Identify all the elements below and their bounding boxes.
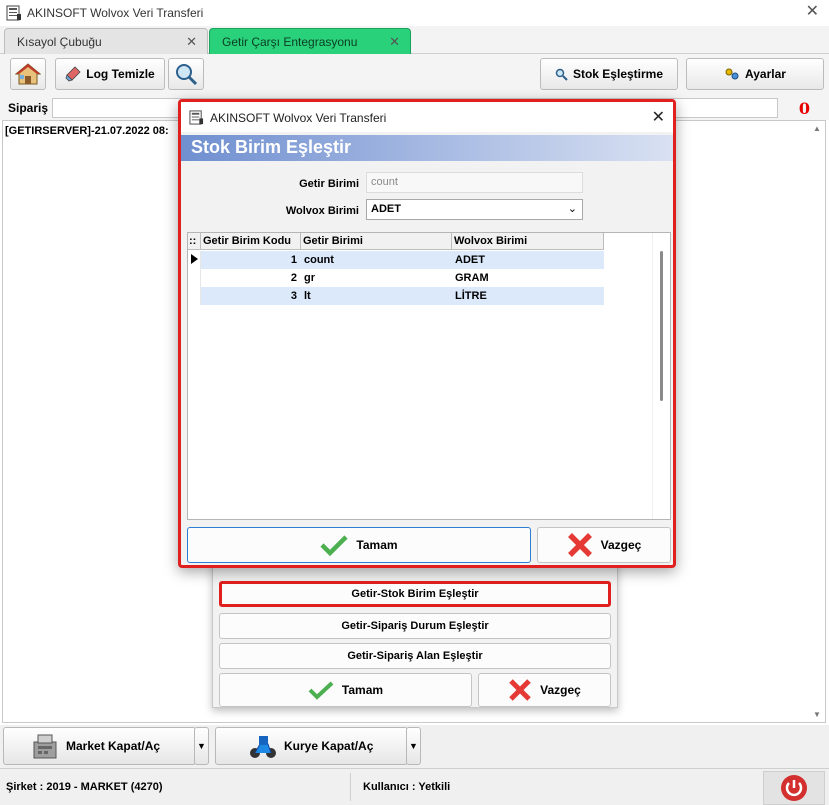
market-toggle-label: Market Kapat/Aç xyxy=(66,739,161,753)
cell-wolvox: GRAM xyxy=(455,272,489,284)
bg-cancel-button[interactable]: Vazgeç xyxy=(478,673,611,707)
scooter-icon xyxy=(250,736,276,758)
status-bar: Şirket : 2019 - MARKET (4270) Kullanıcı … xyxy=(0,768,829,805)
market-dropdown-button[interactable]: ▼ xyxy=(194,727,209,765)
home-button[interactable] xyxy=(10,58,46,90)
column-header-getir-code[interactable]: Getir Birim Kodu xyxy=(201,233,301,250)
tab-label: Getir Çarşı Entegrasyonu xyxy=(222,34,358,49)
modal-header: Stok Birim Eşleştir xyxy=(181,135,673,161)
cell-wolvox: LİTRE xyxy=(455,290,487,302)
market-toggle-button[interactable]: Market Kapat/Aç xyxy=(3,727,196,765)
settings-button[interactable]: Ayarlar xyxy=(686,58,824,90)
cell-code: 1 xyxy=(290,254,297,266)
getir-order-field-match-button[interactable]: Getir-Sipariş Alan Eşleştir xyxy=(219,643,611,669)
cell-wolvox: ADET xyxy=(455,254,485,266)
check-icon xyxy=(308,681,334,700)
getir-unit-field: count xyxy=(366,172,583,193)
wolvox-unit-value: ADET xyxy=(371,203,401,215)
eraser-icon xyxy=(65,66,81,82)
cross-icon xyxy=(567,533,592,557)
cash-register-icon xyxy=(33,734,57,759)
log-scrollbar[interactable]: ▲ ▼ xyxy=(809,121,825,722)
modal-heading: Stok Birim Eşleştir xyxy=(191,137,352,157)
row-indicator xyxy=(188,269,201,287)
getir-unit-label: Getir Birimi xyxy=(299,178,359,190)
chevron-down-icon: ⌄ xyxy=(567,203,577,215)
modal-cancel-label: Vazgeç xyxy=(600,538,642,552)
log-clear-button[interactable]: Log Temizle xyxy=(55,58,165,90)
scroll-down-icon[interactable]: ▼ xyxy=(813,710,821,719)
stock-match-button[interactable]: Stok Eşleştirme xyxy=(540,58,678,90)
courier-toggle-label: Kurye Kapat/Aç xyxy=(284,739,374,753)
modal-title-bar: AKINSOFT Wolvox Veri Transferi ✕ xyxy=(181,102,673,132)
table-row[interactable]: 2 gr GRAM xyxy=(188,269,604,287)
grid-indicator-header: :: xyxy=(188,233,201,250)
tab-label: Kısayol Çubuğu xyxy=(17,34,102,49)
bg-ok-label: Tamam xyxy=(341,683,384,697)
tab-close-icon[interactable]: ✕ xyxy=(389,34,400,50)
getir-order-status-match-button[interactable]: Getir-Sipariş Durum Eşleştir xyxy=(219,613,611,639)
row-indicator-icon xyxy=(188,251,201,269)
cell-getir: lt xyxy=(304,290,311,302)
cell-code: 2 xyxy=(290,272,297,284)
home-icon xyxy=(15,63,41,85)
toolbar: Log Temizle Stok Eşleştirme Ayarlar xyxy=(0,54,829,96)
app-icon xyxy=(189,110,204,125)
cross-icon xyxy=(509,679,531,701)
scroll-up-icon[interactable]: ▲ xyxy=(813,124,821,133)
getir-stock-unit-match-button[interactable]: Getir-Stok Birim Eşleştir xyxy=(219,581,611,607)
cell-code: 3 xyxy=(290,290,297,302)
courier-dropdown-button[interactable]: ▼ xyxy=(406,727,421,765)
stock-unit-match-modal: AKINSOFT Wolvox Veri Transferi ✕ Stok Bi… xyxy=(178,99,676,568)
table-row[interactable]: 3 lt LİTRE xyxy=(188,287,604,305)
power-icon xyxy=(781,775,807,801)
grid-scrollbar[interactable] xyxy=(652,233,670,519)
status-separator xyxy=(350,773,351,801)
row-indicator xyxy=(188,287,201,305)
column-header-wolvox-unit[interactable]: Wolvox Birimi xyxy=(452,233,604,250)
user-status: Kullanıcı : Yetkili xyxy=(363,781,451,793)
integration-options-dialog: Getir-Stok Birim Eşleştir Getir-Sipariş … xyxy=(212,560,618,708)
power-button[interactable] xyxy=(763,771,825,805)
modal-cancel-button[interactable]: Vazgeç xyxy=(537,527,671,563)
bg-ok-button[interactable]: Tamam xyxy=(219,673,472,707)
check-icon xyxy=(320,535,349,556)
app-icon xyxy=(6,5,21,21)
courier-toggle-button[interactable]: Kurye Kapat/Aç xyxy=(215,727,408,765)
cell-getir: count xyxy=(304,254,334,266)
tab-getir-integration[interactable]: Getir Çarşı Entegrasyonu ✕ xyxy=(209,28,411,54)
log-clear-label: Log Temizle xyxy=(86,67,155,81)
settings-icon xyxy=(725,68,739,80)
search-icon xyxy=(176,64,198,86)
modal-ok-button[interactable]: Tamam xyxy=(187,527,531,563)
stock-match-label: Stok Eşleştirme xyxy=(572,67,664,81)
tab-close-icon[interactable]: ✕ xyxy=(186,34,197,50)
cell-getir: gr xyxy=(304,272,315,284)
order-count: 0 xyxy=(798,99,810,118)
scrollbar-thumb[interactable] xyxy=(660,251,663,401)
magnifier-icon xyxy=(555,68,568,81)
modal-close-icon[interactable]: ✕ xyxy=(652,107,665,127)
tab-shortcut-bar[interactable]: Kısayol Çubuğu ✕ xyxy=(4,28,208,54)
settings-label: Ayarlar xyxy=(745,67,786,81)
bg-cancel-label: Vazgeç xyxy=(540,683,581,697)
order-label: Sipariş xyxy=(8,101,49,115)
unit-grid[interactable]: :: Getir Birim Kodu Getir Birimi Wolvox … xyxy=(187,232,671,520)
window-title: AKINSOFT Wolvox Veri Transferi xyxy=(27,6,204,20)
grid-header: :: Getir Birim Kodu Getir Birimi Wolvox … xyxy=(188,233,604,250)
log-line: [GETIRSERVER]-21.07.2022 08: xyxy=(5,125,169,137)
table-row[interactable]: 1 count ADET xyxy=(188,251,604,269)
tab-bar: Kısayol Çubuğu ✕ Getir Çarşı Entegrasyon… xyxy=(0,26,829,54)
wolvox-unit-select[interactable]: ADET ⌄ xyxy=(366,199,583,220)
window-close-icon[interactable]: ✕ xyxy=(806,3,819,21)
window-title-bar: AKINSOFT Wolvox Veri Transferi ✕ xyxy=(0,0,829,26)
bottom-action-bar: Market Kapat/Aç ▼ Kurye Kapat/Aç ▼ xyxy=(0,725,829,768)
modal-title: AKINSOFT Wolvox Veri Transferi xyxy=(210,111,387,125)
search-button[interactable] xyxy=(168,58,204,90)
column-header-getir-unit[interactable]: Getir Birimi xyxy=(301,233,452,250)
modal-ok-label: Tamam xyxy=(356,538,398,552)
wolvox-unit-label: Wolvox Birimi xyxy=(285,205,359,217)
company-status: Şirket : 2019 - MARKET (4270) xyxy=(6,781,163,793)
